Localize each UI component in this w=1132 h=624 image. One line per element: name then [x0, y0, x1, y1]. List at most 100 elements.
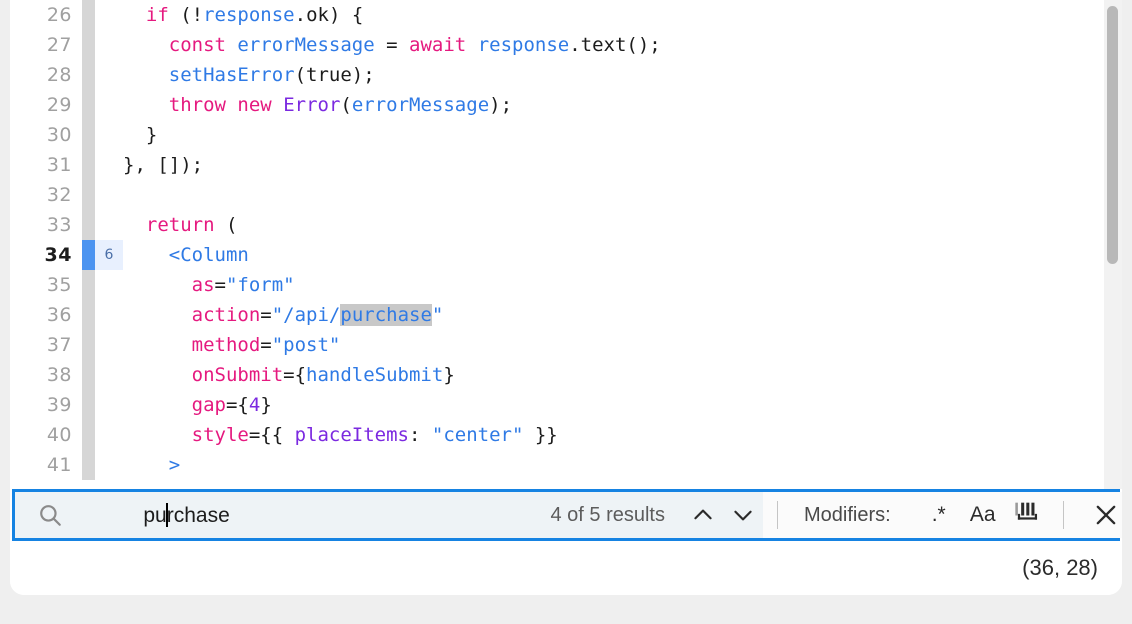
code-token: style — [191, 424, 249, 446]
code-text: style={{ placeItems: "center" }} — [123, 420, 558, 450]
cursor-position-indicator: (36, 28) — [1022, 555, 1098, 580]
code-token: if — [145, 4, 169, 26]
code-line[interactable]: 38 onSubmit={handleSubmit} — [10, 360, 1122, 390]
code-line[interactable]: 37 method="post" — [10, 330, 1122, 360]
code-line[interactable]: 36 action="/api/purchase" — [10, 300, 1122, 330]
close-divider — [1062, 501, 1064, 529]
code-line[interactable]: 35 as="form" — [10, 270, 1122, 300]
code-token: = — [374, 34, 410, 56]
indent-guide — [82, 390, 95, 420]
code-line[interactable]: 29 throw new Error(errorMessage); — [10, 90, 1122, 120]
code-token: errorMessage — [237, 34, 375, 56]
code-area[interactable]: 2526 if (!response.ok) {27 const errorMe… — [10, 0, 1122, 489]
editor-window: 2526 if (!response.ok) {27 const errorMe… — [0, 0, 1132, 624]
whole-word-toggle-button[interactable] — [1005, 495, 1049, 535]
indent-guide — [82, 60, 95, 90]
next-match-button[interactable] — [723, 495, 763, 535]
code-line[interactable]: 26 if (!response.ok) { — [10, 0, 1122, 30]
line-number: 34 — [44, 244, 72, 266]
search-text-before-caret: pu — [143, 503, 167, 527]
line-number: 32 — [46, 184, 72, 206]
regex-toggle-button[interactable]: .* — [917, 495, 961, 535]
active-line-marker — [82, 240, 95, 270]
code-token: }} — [523, 424, 558, 446]
indent-guide — [82, 180, 95, 210]
code-token: response — [477, 34, 570, 56]
code-token: = — [260, 334, 272, 356]
code-line[interactable]: 41 > — [10, 450, 1122, 480]
code-token: method — [191, 334, 261, 356]
code-token: .ok) { — [294, 4, 364, 26]
code-token: (true); — [294, 64, 375, 86]
indent-guide — [82, 360, 95, 390]
code-token: response — [203, 4, 295, 26]
code-text: setHasError(true); — [123, 60, 375, 90]
indent-guide — [82, 210, 95, 240]
code-token: "center" — [431, 424, 524, 446]
fold-count-badge[interactable]: 6 — [95, 240, 123, 270]
indent-guide — [82, 300, 95, 330]
match-case-toggle-button[interactable]: Aa — [961, 495, 1005, 535]
vertical-scrollbar-thumb[interactable] — [1107, 6, 1118, 264]
code-token: action — [191, 304, 261, 326]
code-line[interactable]: 28 setHasError(true); — [10, 60, 1122, 90]
match-case-icon: Aa — [969, 503, 996, 526]
code-token: > — [168, 454, 181, 476]
code-token: const — [168, 34, 226, 56]
modifiers-label: Modifiers: — [804, 503, 891, 526]
code-line[interactable]: 40 style={{ placeItems: "center" }} — [10, 420, 1122, 450]
code-token: } — [443, 364, 455, 386]
previous-match-button[interactable] — [683, 495, 723, 535]
indent-guide — [82, 330, 95, 360]
code-line[interactable]: 33 return ( — [10, 210, 1122, 240]
code-token: : — [409, 424, 432, 446]
code-text: gap={4} — [123, 390, 272, 420]
line-number: 35 — [46, 274, 72, 296]
line-number: 37 — [46, 334, 72, 356]
code-token: 4 — [248, 394, 261, 416]
line-number: 29 — [46, 94, 72, 116]
vertical-scrollbar-track[interactable] — [1104, 0, 1122, 489]
code-token: ); — [489, 94, 513, 116]
code-lines: 2526 if (!response.ok) {27 const errorMe… — [10, 0, 1122, 480]
code-token: ={{ — [248, 424, 295, 446]
close-find-button[interactable] — [1082, 493, 1122, 537]
line-number: 36 — [46, 304, 72, 326]
code-text: throw new Error(errorMessage); — [123, 90, 512, 120]
indent-guide — [82, 90, 95, 120]
code-line[interactable]: 34 6 <Column — [10, 240, 1122, 270]
find-modifiers-section: Modifiers: .* Aa — [763, 492, 1122, 538]
code-token: "form" — [225, 274, 295, 296]
find-bar[interactable]: purchase 4 of 5 results Modifiers: .* Aa — [12, 489, 1122, 541]
code-line[interactable]: 39 gap={4} — [10, 390, 1122, 420]
code-token: return — [145, 214, 215, 236]
code-token: = — [214, 274, 226, 296]
code-line[interactable]: 30 } — [10, 120, 1122, 150]
code-text: return ( — [123, 210, 238, 240]
indent-guide — [82, 450, 95, 480]
code-token: "/api/ — [271, 304, 341, 326]
code-line[interactable]: 31}, []); — [10, 150, 1122, 180]
code-token: setHasError — [168, 64, 295, 86]
code-token: placeItems — [294, 424, 409, 446]
code-line[interactable]: 32 — [10, 180, 1122, 210]
code-token: } — [260, 394, 272, 416]
code-token: .text(); — [569, 34, 661, 56]
code-line[interactable]: 27 const errorMessage = await response.t… — [10, 30, 1122, 60]
line-number: 39 — [46, 394, 72, 416]
code-token: ={ — [225, 394, 249, 416]
code-token: } — [123, 124, 158, 146]
code-text: > — [123, 450, 180, 480]
code-token: handleSubmit — [306, 364, 444, 386]
code-token: "post" — [271, 334, 341, 356]
